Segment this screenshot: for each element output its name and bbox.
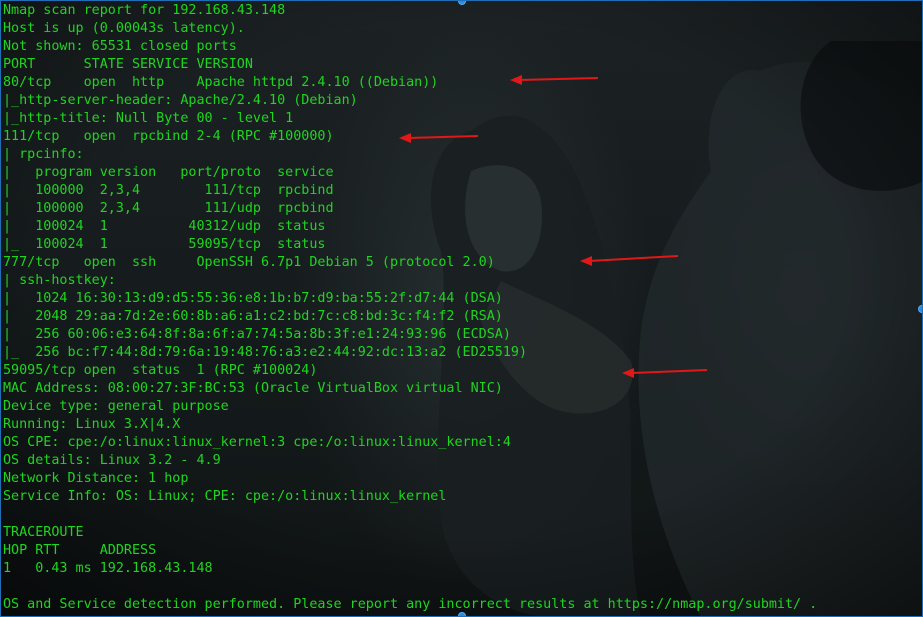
terminal-line: OS CPE: cpe:/o:linux:linux_kernel:3 cpe:… (3, 435, 511, 450)
terminal-line: Device type: general purpose (3, 399, 229, 414)
terminal-line: 777/tcp open ssh OpenSSH 6.7p1 Debian 5 … (3, 255, 495, 270)
terminal-line: | 100024 1 40312/udp status (3, 219, 326, 234)
nmap-output[interactable]: Nmap scan report for 192.168.43.148 Host … (3, 2, 817, 614)
terminal-line: 111/tcp open rpcbind 2-4 (RPC #100000) (3, 129, 334, 144)
terminal-line: Running: Linux 3.X|4.X (3, 417, 181, 432)
terminal-line: | 256 60:06:e3:64:8f:8a:6f:a7:74:5a:8b:3… (3, 327, 511, 342)
terminal-line: | 100000 2,3,4 111/udp rpcbind (3, 201, 334, 216)
terminal-line: Nmap scan report for 192.168.43.148 (3, 3, 286, 18)
terminal-line: 59095/tcp open status 1 (RPC #100024) (3, 363, 318, 378)
terminal-line: TRACEROUTE (3, 525, 84, 540)
terminal-line: | rpcinfo: (3, 147, 84, 162)
terminal-line: OS details: Linux 3.2 - 4.9 (3, 453, 221, 468)
terminal-line: | 2048 29:aa:7d:2e:60:8b:a6:a1:c2:bd:7c:… (3, 309, 503, 324)
terminal-line: |_http-title: Null Byte 00 - level 1 (3, 111, 294, 126)
terminal-line: | 100000 2,3,4 111/tcp rpcbind (3, 183, 334, 198)
terminal-line: Service Info: OS: Linux; CPE: cpe:/o:lin… (3, 489, 447, 504)
terminal-line: Not shown: 65531 closed ports (3, 39, 237, 54)
terminal-line: Host is up (0.00043s latency). (3, 21, 245, 36)
selection-handle-bottom[interactable] (458, 612, 466, 616)
terminal-line: | 1024 16:30:13:d9:d5:55:36:e8:1b:b7:d9:… (3, 291, 503, 306)
terminal-line: | program version port/proto service (3, 165, 334, 180)
terminal-line: HOP RTT ADDRESS (3, 543, 157, 558)
terminal-line: 80/tcp open http Apache httpd 2.4.10 ((D… (3, 75, 439, 90)
terminal-line: | ssh-hostkey: (3, 273, 116, 288)
terminal-line: OS and Service detection performed. Plea… (3, 597, 818, 612)
selection-handle-right[interactable] (918, 305, 922, 313)
terminal-window[interactable]: Nmap scan report for 192.168.43.148 Host … (0, 0, 923, 617)
terminal-line: Network Distance: 1 hop (3, 471, 189, 486)
terminal-line: |_http-server-header: Apache/2.4.10 (Deb… (3, 93, 358, 108)
terminal-line: |_ 100024 1 59095/tcp status (3, 237, 326, 252)
terminal-line: MAC Address: 08:00:27:3F:BC:53 (Oracle V… (3, 381, 503, 396)
terminal-line: 1 0.43 ms 192.168.43.148 (3, 561, 213, 576)
terminal-line: PORT STATE SERVICE VERSION (3, 57, 253, 72)
terminal-line: |_ 256 bc:f7:44:8d:79:6a:19:48:76:a3:e2:… (3, 345, 528, 360)
